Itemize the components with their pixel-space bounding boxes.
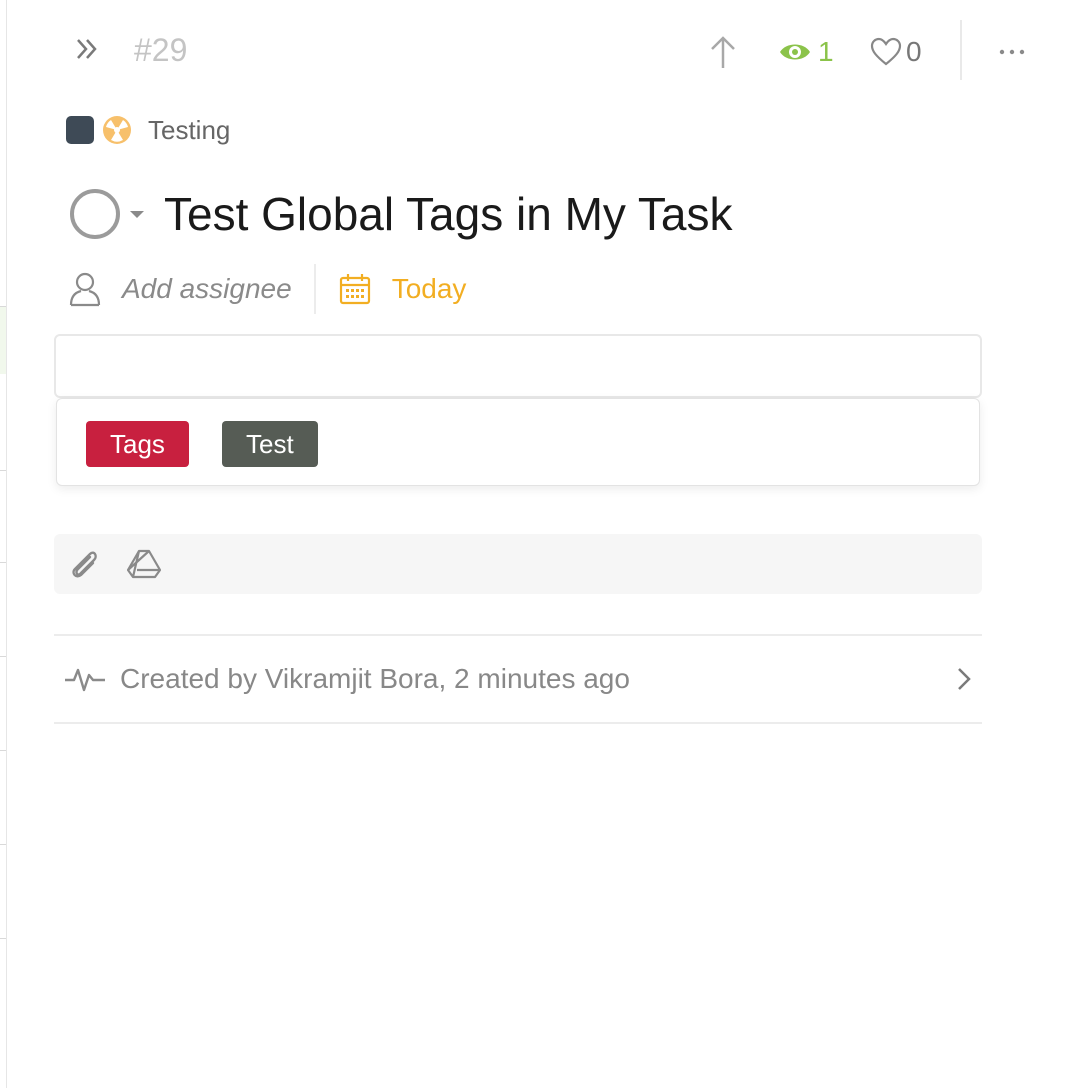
attachments-bar [54,534,982,594]
activity-pulse-icon [65,668,105,692]
calendar-icon [339,274,370,305]
status-dropdown-caret[interactable] [130,210,144,218]
left-panel-divider [0,750,6,751]
meta-divider [313,264,316,314]
project-color-square [66,116,94,144]
project-breadcrumb[interactable]: Testing [66,112,230,148]
heart-icon [870,37,902,66]
tag-option-tags[interactable]: Tags [86,421,189,467]
arrow-up-icon [711,36,735,68]
like-button[interactable]: 0 [870,32,922,72]
task-status-toggle[interactable] [70,189,120,239]
google-drive-button[interactable] [126,546,162,582]
tag-option-test[interactable]: Test [222,421,318,467]
header-divider [960,20,962,80]
google-drive-icon [127,549,161,579]
task-title[interactable]: Test Global Tags in My Task [164,184,732,244]
double-chevron-right-icon [77,39,97,59]
tag-option-label: Test [246,428,294,459]
add-assignee-label: Add assignee [122,273,292,304]
left-panel-divider [0,844,6,845]
due-date-label: Today [391,273,467,304]
watchers-button[interactable]: 1 [778,32,834,72]
left-panel-divider [0,470,6,471]
task-title-row: Test Global Tags in My Task [70,182,732,246]
move-to-top-button[interactable] [703,32,743,72]
left-panel-divider [0,306,6,307]
add-assignee-button[interactable]: Add assignee [68,271,292,307]
chevron-right-icon [958,668,971,690]
likes-count: 0 [906,36,922,67]
more-options-button[interactable] [992,32,1032,72]
due-date-button[interactable]: Today [338,272,467,306]
project-name: Testing [148,114,231,145]
left-panel-highlight [0,306,6,374]
task-meta-row: Add assignee Today [68,262,466,316]
tag-suggestions-dropdown: Tags Test [56,398,980,486]
left-panel-divider [0,656,6,657]
tag-search-input[interactable] [54,334,982,398]
activity-log-row[interactable]: Created by Vikramjit Bora, 2 minutes ago [54,634,982,724]
collapse-panel-button[interactable] [68,30,106,68]
left-panel-divider [0,562,6,563]
activity-text: Created by Vikramjit Bora, 2 minutes ago [120,663,630,694]
ellipsis-icon [999,49,1025,55]
eye-icon [780,44,810,60]
user-icon [69,272,101,307]
paperclip-icon [72,551,97,578]
left-panel-divider [0,938,6,939]
radioactive-emoji-icon [103,116,131,144]
task-header-bar: #29 1 0 [0,0,1080,100]
task-number: #29 [134,32,188,68]
watchers-count: 1 [818,36,834,67]
attach-file-button[interactable] [66,546,102,582]
tag-option-label: Tags [110,428,165,459]
left-panel-edge [0,0,7,1088]
